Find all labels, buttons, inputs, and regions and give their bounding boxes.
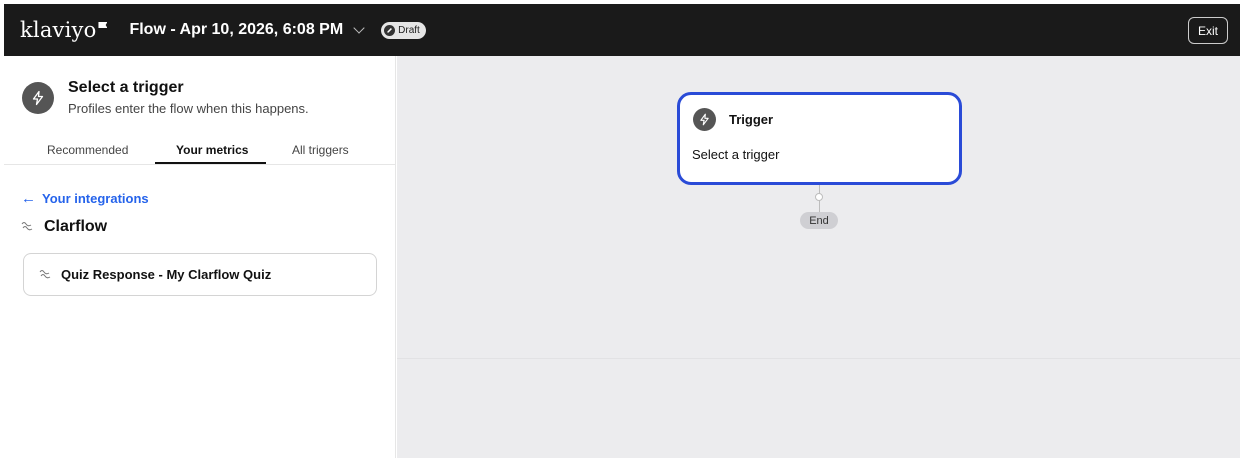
clarflow-logo-icon [39, 266, 51, 284]
logo-flag-icon [98, 22, 108, 28]
panel-subtitle: Profiles enter the flow when this happen… [68, 101, 309, 116]
trigger-node-title: Trigger [729, 112, 774, 127]
trigger-node[interactable]: Trigger Select a trigger [677, 92, 962, 185]
connector-add-point[interactable] [815, 193, 823, 201]
klaviyo-logo[interactable]: klaviyo [20, 18, 108, 42]
trigger-panel: Select a trigger Profiles enter the flow… [4, 56, 396, 458]
panel-title: Select a trigger [68, 79, 184, 96]
chevron-down-icon[interactable] [353, 21, 365, 34]
draft-badge: Draft [381, 21, 426, 39]
metric-option[interactable]: Quiz Response - My Clarflow Quiz [23, 253, 377, 296]
metric-option-label: Quiz Response - My Clarflow Quiz [61, 267, 272, 282]
your-integrations-link[interactable]: ← Your integrations [21, 190, 149, 207]
exit-button[interactable]: Exit [1187, 17, 1228, 44]
draft-icon [384, 24, 396, 36]
trigger-node-subtitle: Select a trigger [692, 147, 780, 162]
flow-title[interactable]: Flow - Apr 10, 2026, 6:08 PM [129, 21, 343, 39]
arrow-left-icon: ← [21, 190, 36, 207]
canvas-divider [397, 358, 1240, 359]
top-bar: klaviyo Flow - Apr 10, 2026, 6:08 PM Dra… [4, 4, 1240, 56]
clarflow-logo-icon [21, 218, 33, 236]
draft-label: Draft [398, 24, 420, 36]
tab-all-triggers[interactable]: All triggers [292, 143, 349, 157]
end-node: End [800, 212, 838, 229]
integration-name: Clarflow [44, 218, 108, 235]
back-link-label: Your integrations [42, 191, 149, 206]
tab-recommended[interactable]: Recommended [47, 143, 128, 157]
trigger-tabs: Recommended Your metrics All triggers [4, 136, 396, 165]
tab-your-metrics[interactable]: Your metrics [176, 143, 248, 157]
logo-text: klaviyo [20, 18, 97, 42]
integration-group-header: Clarflow [21, 218, 107, 236]
lightning-icon [693, 108, 716, 131]
active-tab-indicator [155, 162, 266, 164]
lightning-icon [22, 82, 54, 114]
